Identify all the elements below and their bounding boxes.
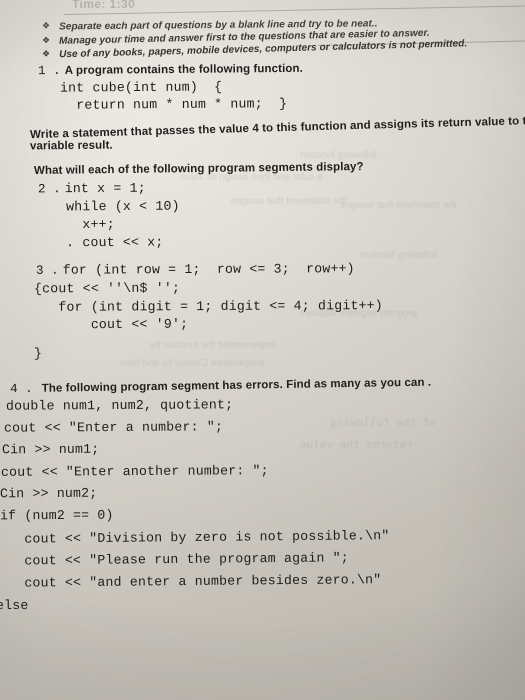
question-2-heading: 2 . int x = 1; — [38, 181, 146, 197]
question-3-code-line-5: } — [33, 345, 43, 362]
question-4-number: 4 . — [9, 381, 33, 397]
question-1-code-line-2: return num * num * num; } — [59, 96, 288, 113]
question-4-heading: 4 . The following program segment has er… — [10, 376, 431, 397]
question-1-followup-line-1: Write a statement that passes the value … — [29, 114, 525, 142]
question-1-prompt: A program contains the following functio… — [64, 62, 303, 77]
ghost-line: implemented the function by — [150, 340, 276, 351]
exam-paper-photo: following function a cube and then assig… — [0, 0, 525, 700]
question-3-heading: 3 . for (int row = 1; row <= 3; row++) — [36, 261, 355, 278]
floret-bullet-icon: ❖ — [41, 36, 51, 47]
ghost-line: the statement that assigns — [340, 200, 457, 211]
question-3-number: 3 . — [35, 263, 59, 278]
ghost-line: of the following — [330, 418, 436, 430]
question-4-code-line-3: Cin >> num1; — [1, 441, 100, 458]
question-4-code-line-9: cout << "and enter a number besides zero… — [0, 572, 382, 591]
ghost-line: the statement that assigns — [230, 196, 347, 207]
question-3-code-line-3: for (int digit = 1; digit <= 4; digit++) — [33, 298, 383, 315]
ghost-line: following function — [300, 150, 377, 161]
question-3-code-line-2: {cout << ''\n$ ''; — [33, 280, 181, 297]
ghost-line: following function — [360, 250, 437, 261]
question-4-code-line-4: cout << "Enter another number: "; — [0, 463, 269, 480]
question-2-code-line-3: x++; — [57, 216, 115, 233]
question-4-code-line-2: cout << "Enter a number: "; — [3, 419, 224, 436]
question-2-code-line-4: . cout << x; — [57, 234, 164, 251]
question-1-followup-line-2: variable result. — [29, 139, 113, 153]
question-1-number: 1 . — [37, 63, 61, 79]
question-2-code-line-1: int x = 1; — [64, 180, 146, 197]
ghost-line: temperature Celsius by and then — [120, 358, 265, 369]
floret-bullet-icon: ❖ — [41, 21, 51, 32]
question-2-number: 2 . — [37, 182, 61, 197]
question-4-prompt: The following program segment has errors… — [41, 376, 432, 395]
question-1-heading: 1 . A program contains the following fun… — [38, 62, 303, 78]
question-4-code-line-1: double num1, num2, quotient; — [5, 397, 234, 414]
question-4-code-line-8: cout << "Please run the program again "; — [0, 550, 349, 569]
ghost-line: returns the value — [300, 440, 413, 452]
question-2-code-line-2: while (x < 10) — [57, 198, 180, 215]
header-time-faded: Time: 1:30 — [72, 0, 136, 11]
question-4-code-line-7: cout << "Division by zero is not possibl… — [0, 528, 390, 547]
question-3-code-line-1: for (int row = 1; row <= 3; row++) — [62, 261, 355, 278]
segments-section-prompt: What will each of the following program … — [33, 160, 364, 178]
question-1-code-line-1: int cube(int num) { — [59, 79, 223, 96]
question-4-code-line-10: else — [0, 597, 29, 614]
question-4-code-line-6: if (num2 == 0) — [0, 507, 114, 524]
question-3-code-line-4: cout << '9'; — [33, 316, 189, 333]
question-4-code-line-5: Cin >> num2; — [0, 485, 98, 502]
floret-bullet-icon: ❖ — [41, 49, 51, 60]
